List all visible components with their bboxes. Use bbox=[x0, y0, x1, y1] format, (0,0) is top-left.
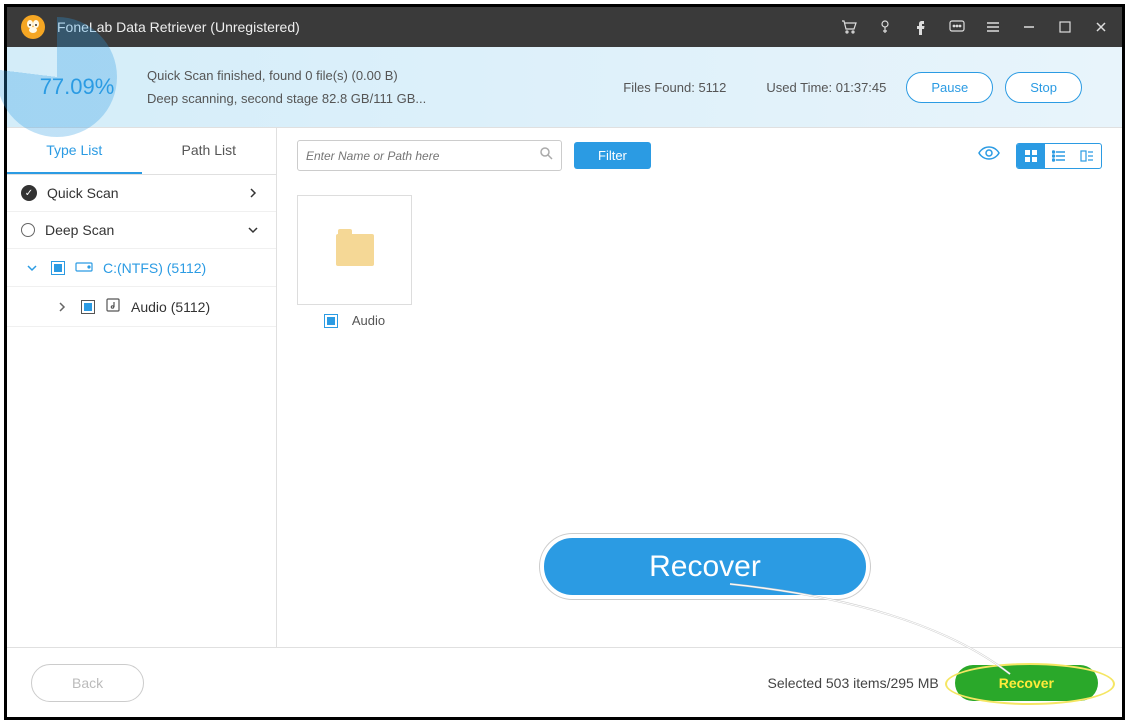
cart-icon[interactable] bbox=[840, 18, 858, 36]
key-icon[interactable] bbox=[876, 18, 894, 36]
music-icon bbox=[105, 297, 121, 316]
content-toolbar: Filter bbox=[277, 128, 1122, 183]
menu-icon[interactable] bbox=[984, 18, 1002, 36]
disk-icon bbox=[75, 259, 93, 276]
sidebar: Type List Path List ✓ Quick Scan Deep Sc… bbox=[7, 128, 277, 647]
check-circle-icon: ✓ bbox=[21, 185, 37, 201]
status-line-2: Deep scanning, second stage 82.8 GB/111 … bbox=[147, 87, 623, 110]
chevron-down-icon bbox=[27, 263, 41, 273]
search-input[interactable] bbox=[306, 149, 539, 163]
close-icon[interactable] bbox=[1092, 18, 1110, 36]
facebook-icon[interactable] bbox=[912, 18, 930, 36]
tree-label: Deep Scan bbox=[45, 222, 238, 238]
bottom-bar: Back Selected 503 items/295 MB Recover bbox=[7, 647, 1122, 717]
maximize-icon[interactable] bbox=[1056, 18, 1074, 36]
chevron-down-icon bbox=[248, 225, 262, 235]
status-bar: 77.09% Quick Scan finished, found 0 file… bbox=[7, 47, 1122, 127]
minimize-icon[interactable] bbox=[1020, 18, 1038, 36]
folder-thumbnail bbox=[297, 195, 412, 305]
file-item-audio[interactable]: Audio bbox=[297, 195, 412, 328]
file-tree: ✓ Quick Scan Deep Scan C:(NTFS) (5112) bbox=[7, 175, 276, 647]
recover-button[interactable]: Recover bbox=[955, 665, 1098, 701]
view-list-button[interactable] bbox=[1045, 144, 1073, 168]
used-time: Used Time: 01:37:45 bbox=[766, 80, 886, 95]
search-box[interactable] bbox=[297, 140, 562, 171]
checkbox-icon[interactable] bbox=[81, 300, 95, 314]
radio-empty-icon bbox=[21, 223, 35, 237]
status-line-1: Quick Scan finished, found 0 file(s) (0.… bbox=[147, 64, 623, 87]
chevron-right-icon bbox=[57, 302, 71, 312]
tree-deep-scan[interactable]: Deep Scan bbox=[7, 212, 276, 249]
filter-button[interactable]: Filter bbox=[574, 142, 651, 169]
tab-path-list[interactable]: Path List bbox=[142, 128, 277, 174]
preview-icon[interactable] bbox=[978, 145, 1000, 166]
selected-count: Selected 503 items/295 MB bbox=[768, 675, 939, 691]
app-title: FoneLab Data Retriever (Unregistered) bbox=[57, 19, 840, 35]
tree-label: C:(NTFS) (5112) bbox=[103, 260, 206, 276]
feedback-icon[interactable] bbox=[948, 18, 966, 36]
view-grid-button[interactable] bbox=[1017, 144, 1045, 168]
pause-button[interactable]: Pause bbox=[906, 72, 993, 103]
tree-drive-c[interactable]: C:(NTFS) (5112) bbox=[7, 249, 276, 287]
tree-label: Quick Scan bbox=[47, 185, 238, 201]
files-found: Files Found: 5112 bbox=[623, 80, 726, 95]
checkbox-icon[interactable] bbox=[51, 261, 65, 275]
back-button[interactable]: Back bbox=[31, 664, 144, 702]
tree-label: Audio (5112) bbox=[131, 299, 210, 315]
tab-type-list[interactable]: Type List bbox=[7, 128, 142, 174]
tree-audio[interactable]: Audio (5112) bbox=[7, 287, 276, 327]
file-grid: Audio bbox=[277, 183, 1122, 647]
titlebar: FoneLab Data Retriever (Unregistered) bbox=[7, 7, 1122, 47]
view-detail-button[interactable] bbox=[1073, 144, 1101, 168]
progress-indicator: 77.09% bbox=[27, 47, 127, 127]
file-label: Audio bbox=[352, 313, 385, 328]
checkbox-icon[interactable] bbox=[324, 314, 338, 328]
folder-icon bbox=[336, 234, 374, 266]
search-icon bbox=[539, 146, 553, 165]
progress-percent: 77.09% bbox=[40, 74, 115, 100]
tree-quick-scan[interactable]: ✓ Quick Scan bbox=[7, 175, 276, 212]
chevron-right-icon bbox=[248, 188, 262, 198]
stop-button[interactable]: Stop bbox=[1005, 72, 1082, 103]
